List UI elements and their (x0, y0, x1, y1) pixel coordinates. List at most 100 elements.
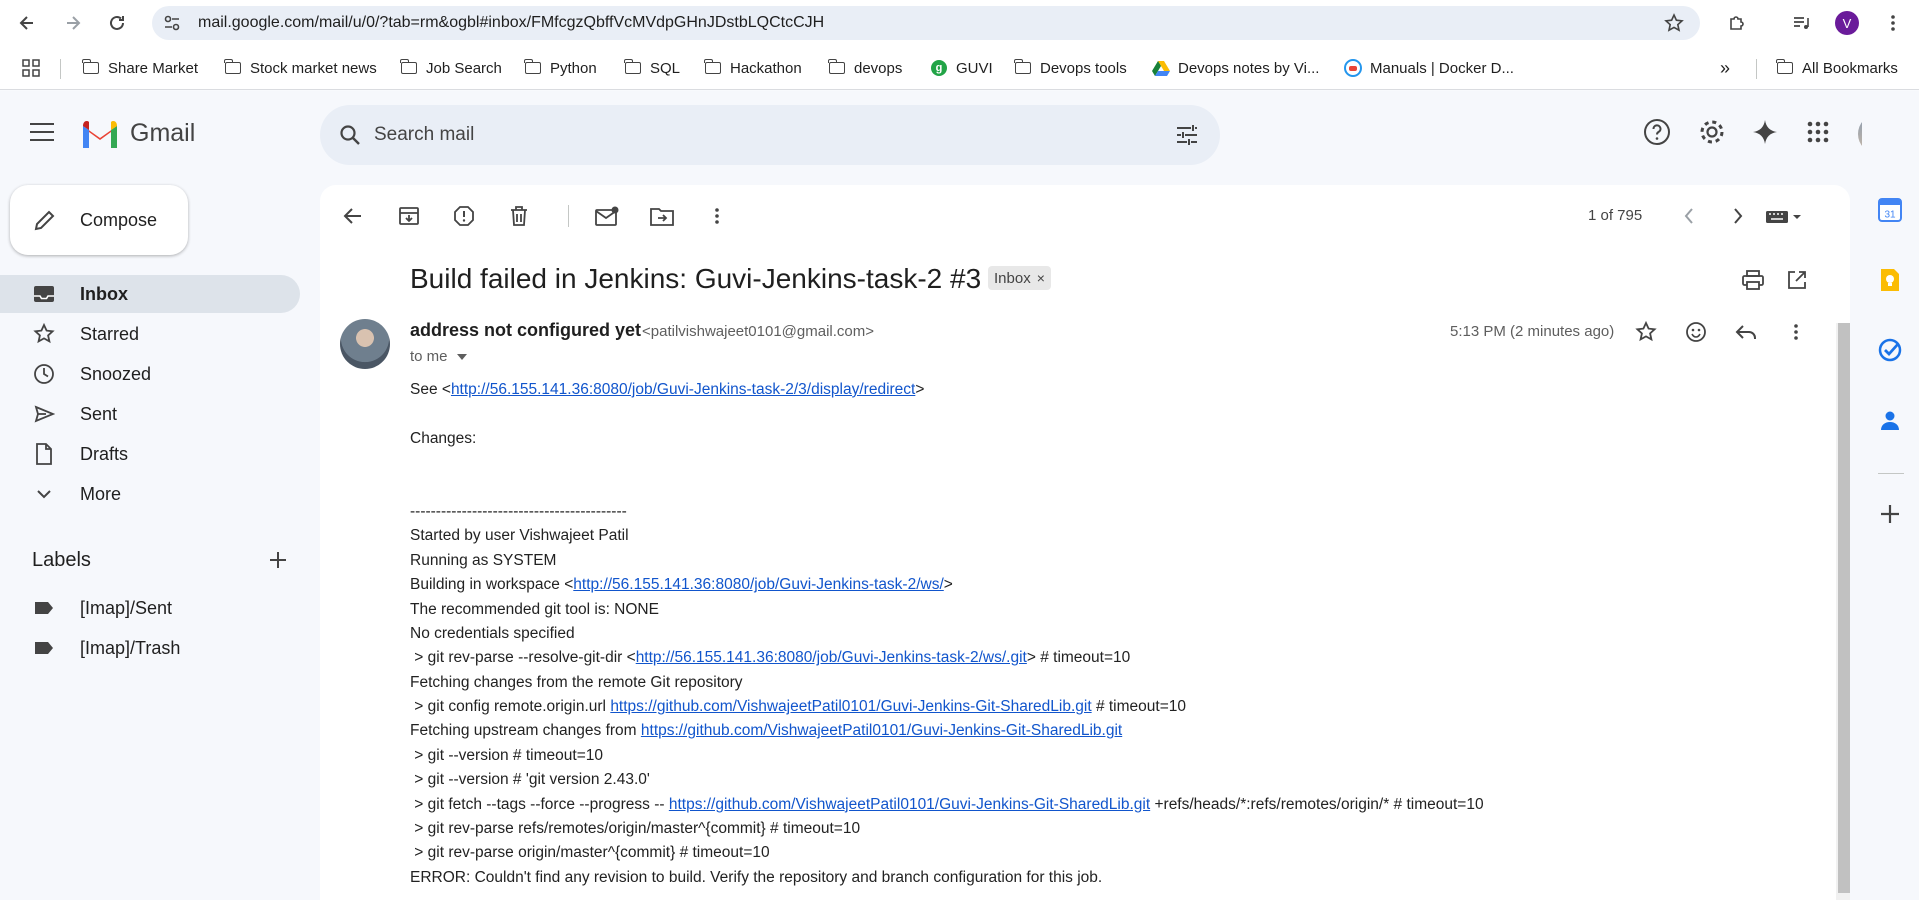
nav-snoozed[interactable]: Snoozed (0, 355, 300, 393)
sender-name[interactable]: address not configured yet (410, 320, 641, 341)
scrollbar-thumb[interactable] (1838, 323, 1850, 893)
reload-icon[interactable] (104, 10, 130, 36)
label-imap-sent[interactable]: [Imap]/Sent (0, 589, 300, 627)
report-spam-icon[interactable] (449, 201, 479, 231)
search-bar[interactable]: Search mail (320, 105, 1220, 165)
search-input[interactable]: Search mail (374, 124, 474, 146)
compose-button[interactable]: Compose (10, 185, 188, 255)
bookmark-hackathon[interactable]: Hackathon (704, 58, 802, 78)
nav-more[interactable]: More (0, 475, 300, 513)
folder-icon (828, 59, 846, 76)
body-text: > git rev-parse refs/remotes/origin/mast… (410, 820, 861, 838)
print-icon[interactable] (1738, 265, 1768, 295)
get-addons-plus-icon[interactable] (1877, 501, 1903, 527)
more-actions-icon[interactable] (702, 201, 732, 231)
site-info-icon[interactable] (162, 13, 182, 33)
nav-starred[interactable]: Starred (0, 315, 300, 353)
body-text: > git --version # timeout=10 (410, 746, 603, 764)
folder-icon (1776, 59, 1794, 76)
bookmark-sql[interactable]: SQL (624, 58, 680, 78)
google-keep-icon[interactable] (1877, 267, 1903, 293)
body-text: +refs/heads/*:refs/remotes/origin/* # ti… (1150, 795, 1484, 813)
add-reaction-emoji-icon[interactable] (1681, 317, 1711, 347)
folder-icon (224, 59, 242, 76)
bookmark-guvi[interactable]: g GUVI (930, 58, 993, 78)
body-line (410, 454, 1790, 478)
body-link[interactable]: http://56.155.141.36:8080/job/Guvi-Jenki… (636, 649, 1027, 666)
more-bookmarks-button[interactable]: » (1720, 58, 1730, 78)
bookmark-docker-manuals[interactable]: Manuals | Docker D... (1344, 58, 1514, 78)
forward-arrow-icon[interactable] (60, 10, 86, 36)
browser-menu-icon[interactable] (1880, 10, 1906, 36)
back-arrow-icon[interactable] (14, 10, 40, 36)
inbox-label-badge[interactable]: Inbox × (988, 266, 1051, 290)
bookmarks-divider (60, 59, 61, 79)
recipient-details[interactable]: to me (410, 348, 468, 365)
google-apps-icon[interactable] (1803, 117, 1833, 147)
input-tools-keyboard-icon[interactable] (1760, 201, 1810, 231)
add-label-button[interactable] (265, 547, 291, 573)
apps-grid-icon[interactable] (22, 58, 40, 78)
newer-chevron-left-icon[interactable] (1674, 201, 1704, 231)
caret-down-icon[interactable] (456, 353, 468, 361)
sender-avatar[interactable] (340, 319, 390, 369)
main-menu-icon[interactable] (30, 123, 54, 141)
google-calendar-icon[interactable]: 31 (1877, 197, 1903, 223)
bookmark-stock-market-news[interactable]: Stock market news (224, 58, 377, 78)
older-chevron-right-icon[interactable] (1723, 201, 1753, 231)
bookmark-label: Hackathon (730, 59, 802, 77)
archive-icon[interactable] (394, 201, 424, 231)
extensions-icon[interactable] (1724, 10, 1750, 36)
bookmark-label: Devops tools (1040, 59, 1127, 77)
gemini-sparkle-icon[interactable] (1750, 117, 1780, 147)
bookmark-star-icon[interactable] (1664, 13, 1684, 33)
body-line (410, 479, 1790, 503)
search-icon[interactable] (336, 121, 364, 149)
delete-trash-icon[interactable] (504, 201, 534, 231)
bookmark-python[interactable]: Python (524, 58, 597, 78)
remove-label-close-icon[interactable]: × (1037, 270, 1045, 286)
back-to-inbox-icon[interactable] (338, 201, 368, 231)
nav-sent[interactable]: Sent (0, 395, 300, 433)
bookmark-devops-tools[interactable]: Devops tools (1014, 58, 1127, 78)
body-line: > git fetch --tags --force --progress --… (410, 796, 1790, 820)
email-subject: Build failed in Jenkins: Guvi-Jenkins-ta… (410, 263, 982, 294)
label-imap-trash[interactable]: [Imap]/Trash (0, 629, 300, 667)
body-link[interactable]: https://github.com/VishwajeetPatil0101/G… (641, 722, 1122, 739)
message-pane: 1 of 795 Build failed in Jenkins: Guvi-J… (320, 185, 1850, 900)
body-line: > git rev-parse --resolve-git-dir <http:… (410, 649, 1790, 673)
media-control-icon[interactable] (1788, 10, 1814, 36)
nav-inbox[interactable]: Inbox (0, 275, 300, 313)
mark-unread-icon[interactable] (592, 201, 622, 231)
bookmark-share-market[interactable]: Share Market (82, 58, 198, 78)
bookmark-label: Stock market news (250, 59, 377, 77)
body-line: > git --version # timeout=10 (410, 747, 1790, 771)
bookmark-devops-notes[interactable]: Devops notes by Vi... (1152, 58, 1319, 78)
reply-icon[interactable] (1731, 317, 1761, 347)
recipient-label: to me (410, 348, 448, 365)
move-to-icon[interactable] (647, 201, 677, 231)
browser-profile-avatar[interactable]: V (1835, 11, 1859, 35)
google-contacts-icon[interactable] (1877, 407, 1903, 433)
gmail-m-icon (83, 121, 117, 148)
more-message-options-icon[interactable] (1781, 317, 1811, 347)
body-link[interactable]: http://56.155.141.36:8080/job/Guvi-Jenki… (451, 381, 915, 398)
body-link[interactable]: https://github.com/VishwajeetPatil0101/G… (669, 796, 1150, 813)
body-link[interactable]: http://56.155.141.36:8080/job/Guvi-Jenki… (573, 576, 944, 593)
bookmark-job-search[interactable]: Job Search (400, 58, 502, 78)
address-bar[interactable]: mail.google.com/mail/u/0/?tab=rm&ogbl#in… (152, 6, 1700, 40)
star-message-icon[interactable] (1631, 317, 1661, 347)
gmail-logo[interactable]: Gmail (80, 118, 195, 148)
nav-drafts[interactable]: Drafts (0, 435, 300, 473)
help-icon[interactable] (1642, 117, 1672, 147)
bookmark-devops[interactable]: devops (828, 58, 902, 78)
body-link[interactable]: https://github.com/VishwajeetPatil0101/G… (610, 698, 1091, 715)
body-text: See < (410, 381, 451, 398)
all-bookmarks-button[interactable]: All Bookmarks (1776, 58, 1898, 78)
search-options-icon[interactable] (1174, 122, 1200, 148)
bookmark-label: Share Market (108, 59, 199, 77)
open-in-new-window-icon[interactable] (1782, 265, 1812, 295)
google-tasks-icon[interactable] (1877, 337, 1903, 363)
body-line: ----------------------------------------… (410, 503, 1790, 527)
settings-gear-icon[interactable] (1697, 117, 1727, 147)
